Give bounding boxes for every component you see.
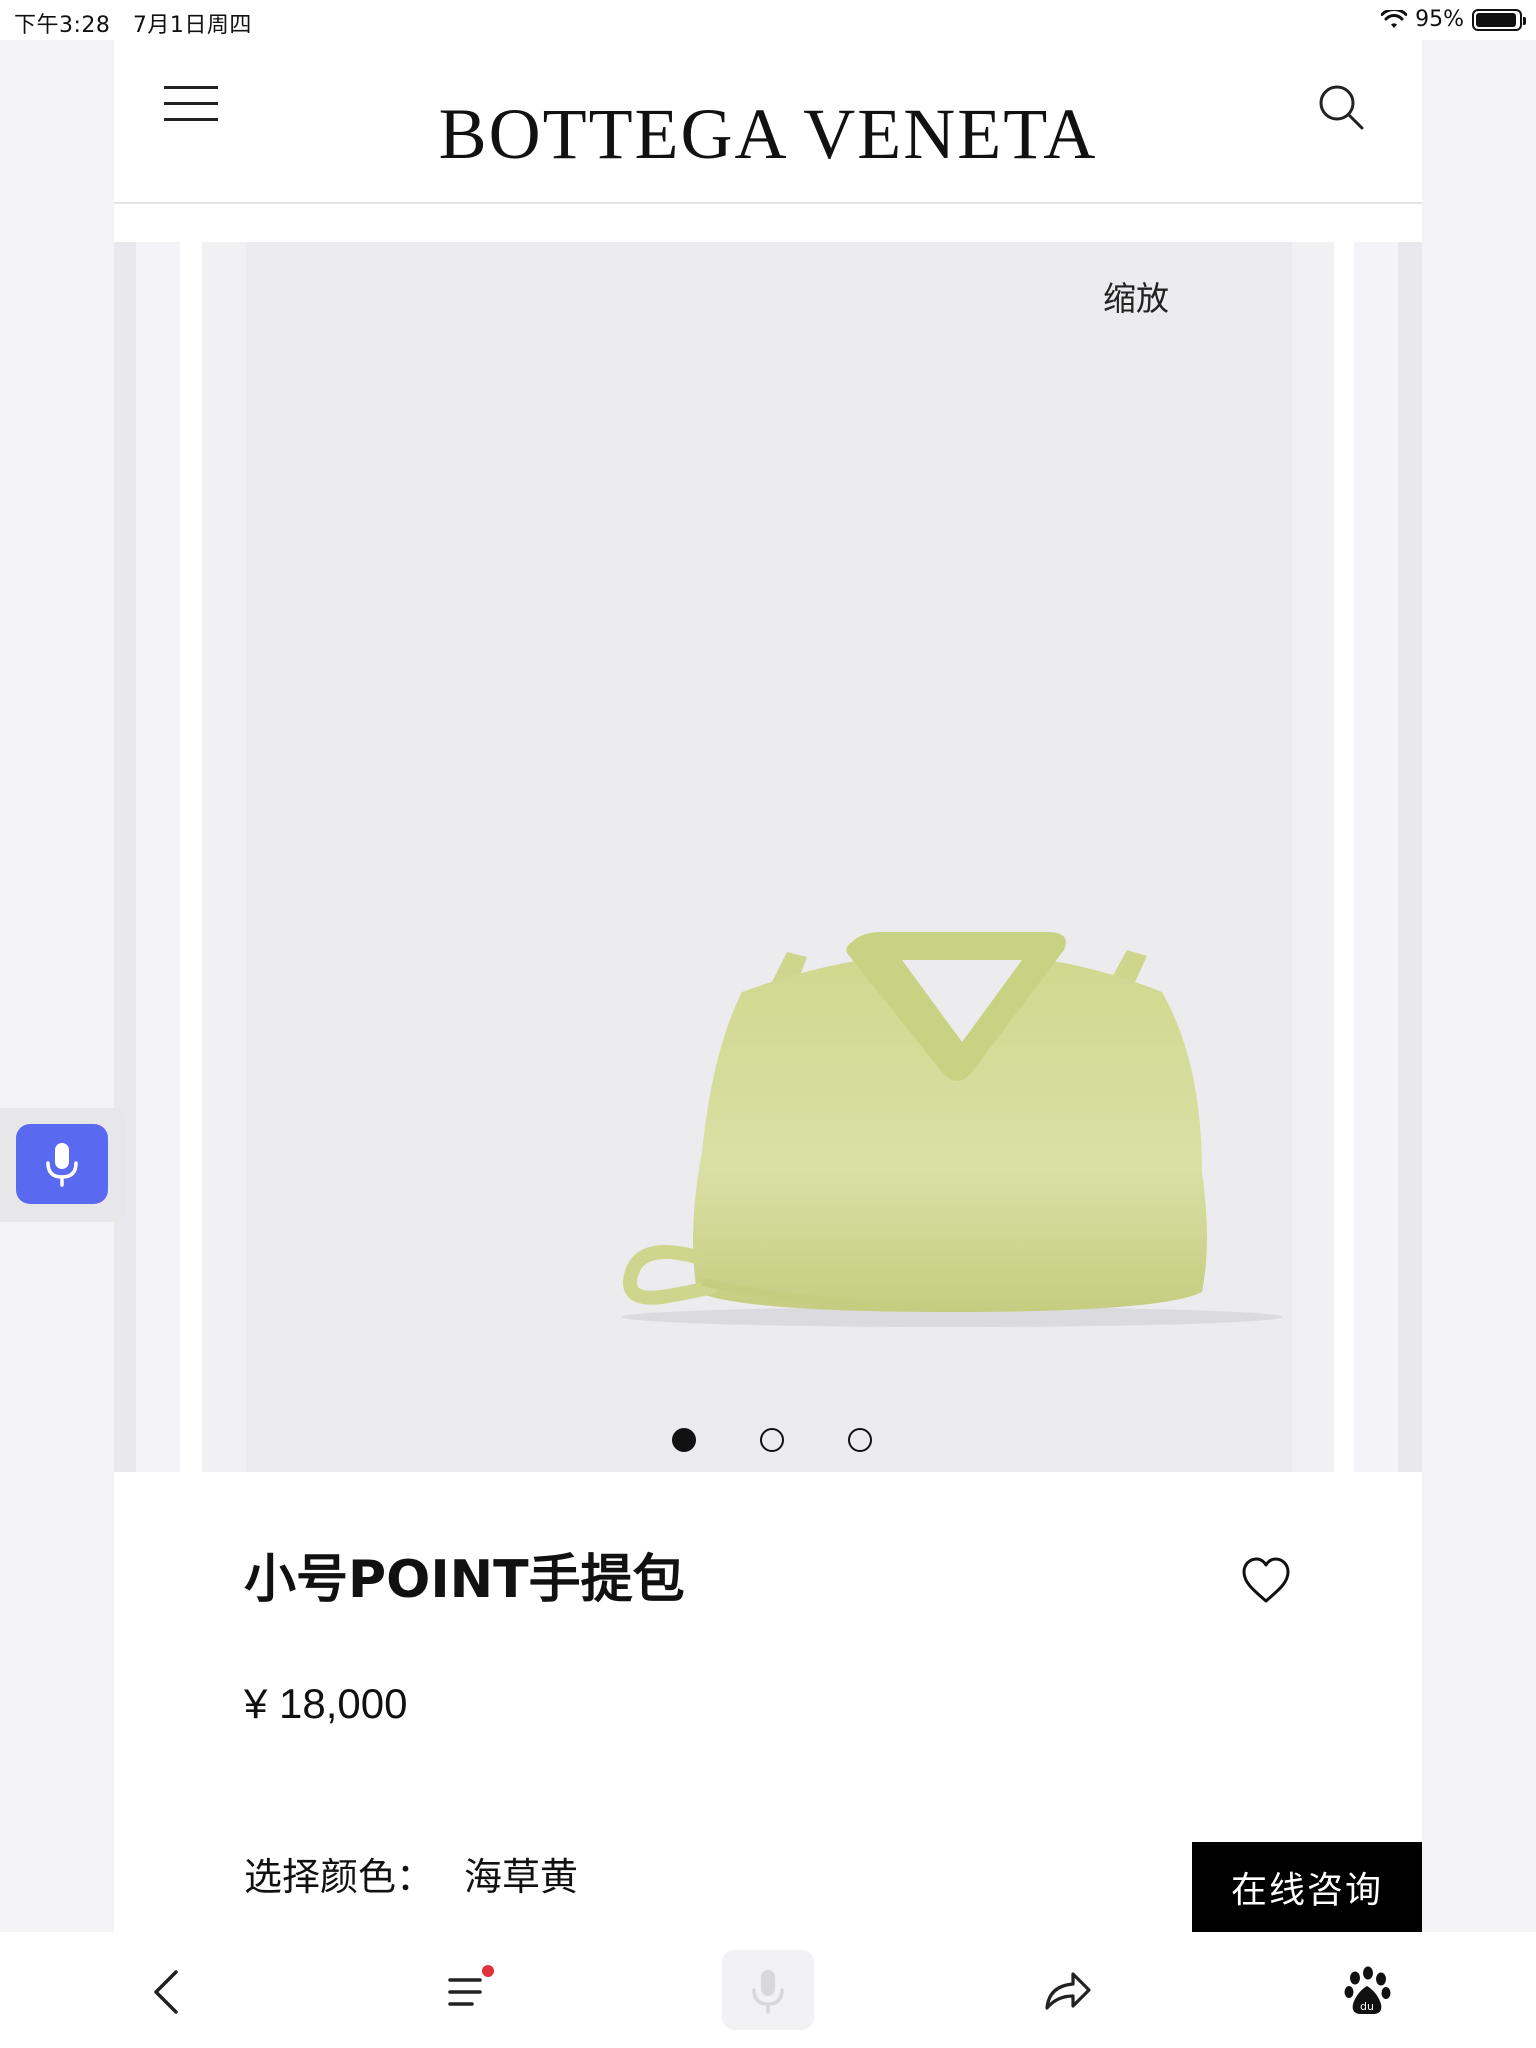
slide-dot-2[interactable] [760, 1428, 784, 1452]
next-slide-edge [1354, 242, 1398, 1472]
notification-dot [482, 1965, 494, 1977]
slide-dot-1[interactable] [672, 1428, 696, 1452]
brand-logo[interactable]: BOTTEGA VENETA [114, 98, 1422, 170]
mic-icon [752, 1970, 784, 2014]
product-price: ¥ 18,000 [244, 1680, 408, 1727]
mic-icon [46, 1143, 78, 1187]
site-header: BOTTEGA VENETA [114, 40, 1422, 204]
battery-percent: 95% [1415, 7, 1464, 32]
status-time-date: 下午3:28 7月1日周四 [14, 7, 252, 39]
point-bag-image [622, 932, 1282, 1327]
page-content: BOTTEGA VENETA 缩放 小号POINT手提包 ¥ 18,000 选择… [114, 40, 1422, 1932]
search-icon[interactable] [1312, 78, 1372, 138]
color-label: 选择颜色： [244, 1855, 435, 1899]
color-value[interactable]: 海草黄 [464, 1855, 578, 1899]
share-icon[interactable] [1037, 1962, 1097, 2022]
svg-text:du: du [1360, 2000, 1374, 2013]
slide-pagination [246, 1428, 1292, 1452]
color-selector[interactable]: 选择颜色： 海草黄 [244, 1846, 578, 1901]
heart-icon[interactable] [1240, 1555, 1292, 1607]
slide-dot-3[interactable] [848, 1428, 872, 1452]
battery-icon [1472, 8, 1526, 31]
product-gallery[interactable]: 缩放 [114, 242, 1422, 1472]
browser-bottom-bar: du [0, 1932, 1536, 2048]
online-consult-button[interactable]: 在线咨询 [1192, 1842, 1422, 1932]
voice-search-button[interactable] [722, 1950, 814, 2030]
product-image[interactable]: 缩放 [246, 242, 1292, 1472]
wifi-icon [1381, 9, 1408, 28]
status-time: 下午3:28 [14, 13, 111, 38]
voice-assistant-button[interactable] [16, 1124, 108, 1204]
list-menu-icon[interactable] [438, 1962, 498, 2022]
next-slide-edge [1398, 242, 1422, 1472]
voice-assistant-tab [0, 1108, 126, 1222]
baidu-paw-icon[interactable]: du [1337, 1962, 1397, 2022]
product-title: 小号POINT手提包 [244, 1550, 685, 1610]
product-slide[interactable]: 缩放 [202, 242, 1334, 1472]
status-date: 7月1日周四 [132, 13, 252, 38]
prev-slide-edge [114, 242, 136, 1472]
battery-level [1476, 12, 1516, 27]
prev-slide-edge [136, 242, 180, 1472]
status-bar: 下午3:28 7月1日周四 95% [0, 0, 1536, 40]
zoom-button[interactable]: 缩放 [1103, 272, 1169, 320]
back-icon[interactable] [138, 1962, 198, 2022]
status-indicators: 95% [1381, 7, 1526, 32]
